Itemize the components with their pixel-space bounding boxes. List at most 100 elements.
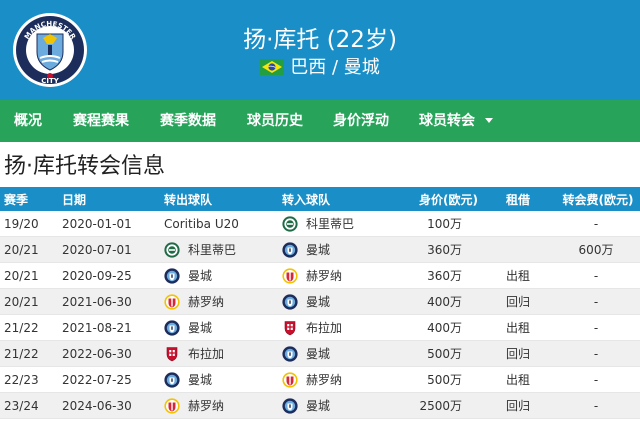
current-club[interactable]: 曼城 bbox=[344, 57, 380, 78]
player-subtitle: 巴西 / 曼城 bbox=[0, 53, 640, 79]
girona-badge-icon bbox=[282, 267, 298, 284]
header-fee: 转会费(欧元) bbox=[562, 192, 634, 207]
cell-date: 2022-06-30 bbox=[62, 346, 132, 361]
from-club-name: 曼城 bbox=[188, 321, 213, 335]
cell-fee: - bbox=[593, 320, 599, 335]
from-club-name: 曼城 bbox=[188, 269, 213, 283]
cell-value: 360万 bbox=[427, 269, 462, 283]
cell-season: 23/24 bbox=[4, 398, 39, 413]
from-club-name: 布拉加 bbox=[188, 347, 225, 361]
cell-value: 500万 bbox=[427, 347, 462, 361]
cell-to-club[interactable]: 布拉加 bbox=[282, 315, 342, 340]
header-to-club: 转入球队 bbox=[282, 192, 331, 207]
manchester-city-badge-icon bbox=[164, 371, 180, 388]
table-row: 19/20 2020-01-01 Coritiba U20 科里蒂巴 100万 - bbox=[0, 211, 640, 237]
cell-fee: 600万 bbox=[578, 243, 614, 257]
header-loan: 租借 bbox=[506, 192, 531, 207]
cell-date: 2021-08-21 bbox=[62, 320, 132, 335]
girona-badge-icon bbox=[164, 397, 180, 414]
cell-season: 21/22 bbox=[4, 320, 39, 335]
cell-fee: - bbox=[593, 372, 599, 387]
nav-tab-market-value[interactable]: 身价浮动 bbox=[333, 100, 389, 142]
cell-loan: 回归 bbox=[506, 347, 531, 361]
table-header: 赛季 日期 转出球队 转入球队 身价(欧元) 租借 转会费(欧元) bbox=[0, 187, 640, 211]
caret-down-icon bbox=[485, 118, 493, 123]
cell-date: 2020-01-01 bbox=[62, 216, 132, 231]
to-club-name: 赫罗纳 bbox=[306, 269, 343, 283]
coritiba-badge-icon bbox=[282, 215, 298, 232]
player-header: MANCHESTER CITY 扬·库托 (22岁) 巴西 / 曼城 bbox=[0, 0, 640, 100]
nav-tab-fixtures[interactable]: 赛程赛果 bbox=[73, 100, 129, 142]
cell-to-club[interactable]: 曼城 bbox=[282, 341, 330, 366]
nav-tab-transfers[interactable]: 球员转会 bbox=[419, 100, 493, 142]
cell-date: 2020-07-01 bbox=[62, 242, 132, 257]
cell-loan: 回归 bbox=[506, 399, 531, 413]
cell-from-club[interactable]: 布拉加 bbox=[164, 341, 224, 366]
cell-value: 400万 bbox=[427, 321, 462, 335]
cell-season: 20/21 bbox=[4, 294, 39, 309]
manchester-city-badge-icon bbox=[282, 293, 298, 310]
cell-date: 2024-06-30 bbox=[62, 398, 132, 413]
cell-season: 20/21 bbox=[4, 268, 39, 283]
manchester-city-badge-icon bbox=[282, 241, 298, 258]
to-club-name: 曼城 bbox=[306, 295, 331, 309]
table-row: 20/21 2021-06-30 赫罗纳 曼城 400万 回归 - bbox=[0, 289, 640, 315]
table-row: 23/24 2024-06-30 赫罗纳 曼城 2500万 回归 - bbox=[0, 393, 640, 419]
coritiba-badge-icon bbox=[164, 241, 180, 258]
cell-from-club[interactable]: 曼城 bbox=[164, 367, 212, 392]
from-club-name: 赫罗纳 bbox=[188, 295, 225, 309]
to-club-name: 科里蒂巴 bbox=[306, 217, 355, 231]
section-title: 扬·库托转会信息 bbox=[4, 154, 165, 179]
girona-badge-icon bbox=[282, 371, 298, 388]
cell-loan: 回归 bbox=[506, 295, 531, 309]
manchester-city-badge-icon bbox=[282, 345, 298, 362]
cell-loan: 出租 bbox=[506, 373, 531, 387]
nationality[interactable]: 巴西 bbox=[290, 57, 326, 78]
to-club-name: 曼城 bbox=[306, 347, 331, 361]
table-row: 21/22 2021-08-21 曼城 布拉加 400万 出租 - bbox=[0, 315, 640, 341]
cell-season: 22/23 bbox=[4, 372, 39, 387]
cell-date: 2020-09-25 bbox=[62, 268, 132, 283]
nav-bar: 概况 赛程赛果 赛季数据 球员历史 身价浮动 球员转会 bbox=[0, 100, 640, 142]
braga-badge-icon bbox=[282, 320, 298, 336]
cell-fee: - bbox=[593, 398, 599, 413]
cell-to-club[interactable]: 赫罗纳 bbox=[282, 263, 342, 288]
cell-fee: - bbox=[593, 346, 599, 361]
cell-to-club[interactable]: 曼城 bbox=[282, 393, 330, 418]
table-row: 21/22 2022-06-30 布拉加 曼城 500万 回归 - bbox=[0, 341, 640, 367]
cell-to-club[interactable]: 赫罗纳 bbox=[282, 367, 342, 392]
nav-tab-player-history[interactable]: 球员历史 bbox=[247, 100, 303, 142]
player-title: 扬·库托 (22岁) bbox=[243, 27, 397, 53]
cell-from-club[interactable]: 赫罗纳 bbox=[164, 393, 224, 418]
to-club-name: 赫罗纳 bbox=[306, 373, 343, 387]
from-club-name: 赫罗纳 bbox=[188, 399, 225, 413]
to-club-name: 布拉加 bbox=[306, 321, 343, 335]
cell-from-club[interactable]: Coritiba U20 bbox=[164, 211, 239, 236]
cell-from-club[interactable]: 赫罗纳 bbox=[164, 289, 224, 314]
header-date: 日期 bbox=[62, 192, 87, 207]
cell-fee: - bbox=[593, 294, 599, 309]
to-club-name: 曼城 bbox=[306, 399, 331, 413]
cell-from-club[interactable]: 科里蒂巴 bbox=[164, 237, 236, 262]
cell-season: 21/22 bbox=[4, 346, 39, 361]
nav-tab-season-stats[interactable]: 赛季数据 bbox=[160, 100, 216, 142]
cell-to-club[interactable]: 曼城 bbox=[282, 237, 330, 262]
cell-season: 19/20 bbox=[4, 216, 39, 231]
manchester-city-badge-icon bbox=[282, 397, 298, 414]
cell-from-club[interactable]: 曼城 bbox=[164, 263, 212, 288]
header-season: 赛季 bbox=[4, 192, 29, 207]
cell-from-club[interactable]: 曼城 bbox=[164, 315, 212, 340]
nav-tab-overview[interactable]: 概况 bbox=[14, 100, 42, 142]
header-from-club: 转出球队 bbox=[164, 192, 213, 207]
from-club-name: Coritiba U20 bbox=[164, 216, 239, 231]
girona-badge-icon bbox=[164, 293, 180, 310]
header-value: 身价(欧元) bbox=[419, 192, 478, 207]
cell-fee: - bbox=[593, 268, 599, 283]
from-club-name: 科里蒂巴 bbox=[188, 243, 237, 257]
brazil-flag-icon bbox=[260, 59, 285, 75]
cell-value: 360万 bbox=[427, 243, 462, 257]
cell-to-club[interactable]: 科里蒂巴 bbox=[282, 211, 354, 236]
cell-value: 500万 bbox=[427, 373, 462, 387]
to-club-name: 曼城 bbox=[306, 243, 331, 257]
cell-to-club[interactable]: 曼城 bbox=[282, 289, 330, 314]
